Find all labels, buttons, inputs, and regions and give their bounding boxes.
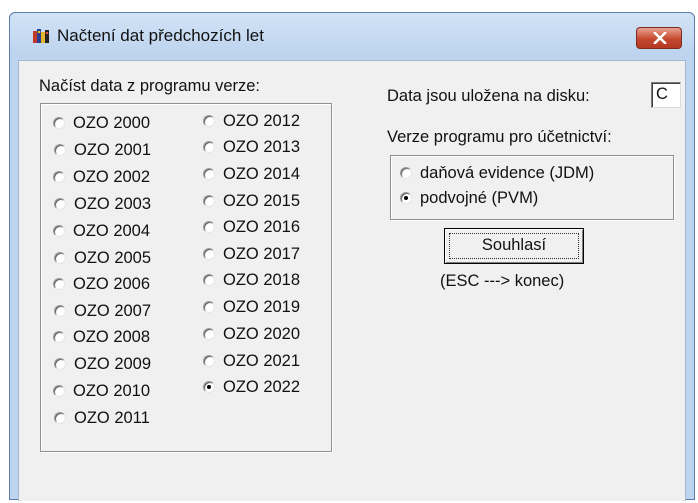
radio-ozo-2006-label: OZO 2006 [73, 274, 151, 293]
radio-ozo-2010[interactable]: OZO 2010 [53, 380, 150, 402]
radio-ozo-2009-indicator [54, 358, 66, 370]
radio-ozo-2014-indicator [203, 168, 215, 180]
radio-tax-records[interactable]: daňová evidence (JDM) [400, 162, 594, 184]
disk-input[interactable]: C [651, 82, 681, 108]
radio-ozo-2004[interactable]: OZO 2004 [53, 220, 150, 242]
window-title: Načtení dat předchozích let [57, 26, 264, 45]
radio-ozo-2003-indicator [54, 198, 66, 210]
radio-ozo-2013[interactable]: OZO 2013 [203, 136, 300, 158]
radio-ozo-2019[interactable]: OZO 2019 [203, 296, 300, 318]
accounting-group: daňová evidence (JDM) podvojné (PVM) [390, 155, 674, 220]
accounting-version-label: Verze programu pro účetnictví: [387, 128, 612, 146]
radio-ozo-2007-label: OZO 2007 [74, 301, 152, 320]
radio-ozo-2005-indicator [54, 252, 66, 264]
radio-ozo-2005[interactable]: OZO 2005 [54, 247, 151, 269]
radio-ozo-2013-label: OZO 2013 [223, 137, 301, 156]
escape-hint: (ESC ---> konec) [440, 272, 565, 290]
radio-ozo-2013-indicator [203, 141, 215, 153]
radio-ozo-2003[interactable]: OZO 2003 [54, 193, 151, 215]
radio-ozo-2011-label: OZO 2011 [74, 408, 150, 427]
radio-ozo-2002[interactable]: OZO 2002 [53, 166, 150, 188]
radio-ozo-2019-label: OZO 2019 [223, 297, 301, 316]
radio-ozo-2021-indicator [203, 355, 215, 367]
radio-ozo-2000-label: OZO 2000 [73, 113, 151, 132]
radio-ozo-2022[interactable]: OZO 2022 [203, 376, 300, 398]
radio-ozo-2012-indicator [203, 115, 215, 127]
radio-ozo-2016-indicator [203, 221, 215, 233]
dialog-body: Načíst data z programu verze: OZO 2000 OZ… [18, 60, 686, 501]
confirm-button[interactable]: Souhlasí [444, 228, 584, 264]
app-book-icon [32, 28, 50, 44]
radio-ozo-2021-label: OZO 2021 [223, 351, 301, 370]
dialog-window: Načtení dat předchozích let Načíst data … [9, 12, 695, 501]
radio-ozo-2018-indicator [203, 274, 215, 286]
radio-ozo-2005-label: OZO 2005 [74, 248, 152, 267]
radio-ozo-2016-label: OZO 2016 [223, 217, 301, 236]
close-icon [653, 32, 667, 44]
radio-ozo-2008[interactable]: OZO 2008 [53, 326, 150, 348]
radio-ozo-2021[interactable]: OZO 2021 [203, 350, 300, 372]
radio-ozo-2014[interactable]: OZO 2014 [203, 163, 300, 185]
radio-ozo-2020-indicator [203, 328, 215, 340]
radio-ozo-2014-label: OZO 2014 [223, 164, 301, 183]
radio-ozo-2007-indicator [54, 305, 66, 317]
radio-ozo-2002-indicator [53, 171, 65, 183]
radio-ozo-2008-label: OZO 2008 [73, 327, 151, 346]
title-bar[interactable]: Načtení dat předchozích let [10, 13, 694, 57]
radio-ozo-2017-label: OZO 2017 [223, 244, 301, 263]
radio-ozo-2000[interactable]: OZO 2000 [53, 112, 150, 134]
radio-ozo-2000-indicator [53, 117, 65, 129]
radio-ozo-2010-label: OZO 2010 [73, 381, 151, 400]
radio-ozo-2009-label: OZO 2009 [74, 354, 152, 373]
radio-ozo-2008-indicator [53, 331, 65, 343]
radio-ozo-2002-label: OZO 2002 [73, 167, 151, 186]
radio-ozo-2004-indicator [53, 225, 65, 237]
radio-ozo-2022-label: OZO 2022 [223, 377, 301, 396]
radio-ozo-2007[interactable]: OZO 2007 [54, 300, 151, 322]
version-group: OZO 2000 OZO 2001 OZO 2002 OZO 2003 OZO 2004… [40, 103, 332, 452]
disk-label: Data jsou uložena na disku: [387, 87, 590, 105]
radio-ozo-2004-label: OZO 2004 [73, 221, 151, 240]
radio-tax-records-label: daňová evidence (JDM) [420, 163, 595, 182]
radio-ozo-2001[interactable]: OZO 2001 [54, 139, 151, 161]
radio-ozo-2018-label: OZO 2018 [223, 270, 301, 289]
source-version-label: Načíst data z programu verze: [39, 77, 261, 95]
radio-ozo-2020-label: OZO 2020 [223, 324, 301, 343]
radio-double-entry[interactable]: podvojné (PVM) [400, 187, 538, 209]
radio-ozo-2015-indicator [203, 195, 215, 207]
radio-double-entry-indicator [400, 192, 412, 204]
confirm-button-label: Souhlasí [481, 236, 547, 254]
radio-ozo-2006-indicator [53, 278, 65, 290]
radio-ozo-2015[interactable]: OZO 2015 [203, 190, 300, 212]
radio-tax-records-indicator [400, 167, 412, 179]
radio-ozo-2017[interactable]: OZO 2017 [203, 243, 300, 265]
radio-ozo-2018[interactable]: OZO 2018 [203, 269, 300, 291]
radio-ozo-2009[interactable]: OZO 2009 [54, 353, 151, 375]
radio-ozo-2001-label: OZO 2001 [74, 140, 152, 159]
radio-ozo-2006[interactable]: OZO 2006 [53, 273, 150, 295]
radio-ozo-2017-indicator [203, 248, 215, 260]
radio-double-entry-label: podvojné (PVM) [420, 188, 539, 207]
radio-ozo-2010-indicator [53, 385, 65, 397]
radio-ozo-2011[interactable]: OZO 2011 [54, 407, 150, 429]
close-button[interactable] [636, 27, 682, 49]
radio-ozo-2016[interactable]: OZO 2016 [203, 216, 300, 238]
radio-ozo-2019-indicator [203, 301, 215, 313]
radio-ozo-2012[interactable]: OZO 2012 [203, 110, 300, 132]
radio-ozo-2015-label: OZO 2015 [223, 191, 301, 210]
radio-ozo-2020[interactable]: OZO 2020 [203, 323, 300, 345]
radio-ozo-2011-indicator [54, 412, 66, 424]
radio-ozo-2001-indicator [54, 144, 66, 156]
radio-ozo-2003-label: OZO 2003 [74, 194, 152, 213]
radio-ozo-2022-indicator [203, 381, 215, 393]
radio-ozo-2012-label: OZO 2012 [223, 111, 301, 130]
